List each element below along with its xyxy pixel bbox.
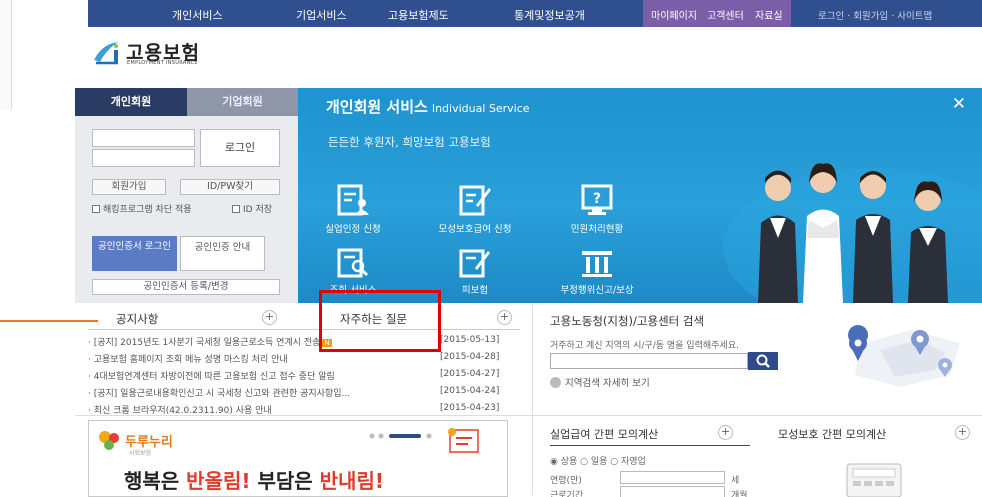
duru-nuri-logo-icon (99, 431, 119, 450)
icon-label: 부정행위신고/보상 (560, 285, 634, 296)
join-button[interactable]: 회원가입 (92, 179, 166, 195)
close-icon[interactable]: ✕ (952, 94, 966, 114)
notice-heading[interactable]: 공지사항 (116, 311, 158, 327)
notice-more-icon[interactable]: + (262, 310, 277, 325)
fraud-report-link[interactable]: 부정행위신고/보상 (542, 248, 652, 318)
unemployment-calculator-more-icon[interactable]: + (718, 425, 733, 440)
annotation-pointer-line (0, 320, 98, 322)
faq-more-icon[interactable]: + (497, 310, 512, 325)
list-date: [2015-04-28] (440, 352, 500, 362)
divider (75, 415, 982, 416)
list-date: [2015-04-24] (440, 386, 500, 396)
age-label: 연령(만) (550, 476, 582, 486)
region-search-input[interactable] (550, 353, 748, 369)
duru-nuri-banner[interactable]: 두루누리 사회보험 행복은 반올림! 부담은 반내림! (88, 420, 508, 497)
faq-highlight-box (319, 290, 441, 352)
divider (532, 305, 533, 495)
list-item[interactable]: · [공지] 2015년도 1사분기 국세청 일용근로소득 연계시 전송 N [2… (88, 335, 518, 351)
banner-slogan: 행복은 반올림! 부담은 반내림! (124, 469, 384, 493)
logo-subtitle: EMPLOYMENT INSURANCE (127, 60, 198, 66)
list-date: [2015-05-13] (440, 335, 500, 345)
icon-label: 실업인정 신청 (325, 224, 381, 235)
service-title-en: Individual Service (431, 102, 530, 115)
logo-mark-icon (94, 42, 118, 65)
pillars-icon (582, 251, 612, 277)
employment-type-radios[interactable]: ◉ 상용 ○ 일용 ○ 자영업 (550, 454, 646, 467)
map-pin-illustration (848, 325, 960, 387)
divider (88, 329, 520, 330)
nav-item-system[interactable]: 고용보험제도 (388, 7, 449, 23)
svg-text:?: ? (593, 191, 601, 207)
nav-item-personal[interactable]: 개인서비스 (172, 7, 223, 23)
complaint-status-link[interactable]: ? 민원처리현황 (542, 183, 652, 253)
top-navigation: 개인서비스 기업서비스 고용보험제도 통계및정보공개 마이페이지 고객센터 자료… (88, 0, 982, 27)
region-search-detail-link[interactable]: 지역검색 자세히 보기 (550, 375, 650, 389)
list-item[interactable]: · 최신 크롬 브라우저(42.0.2311.90) 사용 안내 [2015-0… (88, 403, 518, 419)
period-unit: 개월 (731, 491, 748, 497)
hacking-block-checkbox[interactable]: 해킹프로그램 차단 적용 (92, 202, 192, 215)
save-id-label: ID 저장 (243, 205, 273, 215)
login-button[interactable]: 로그인 (200, 129, 280, 167)
search-icon (756, 354, 770, 368)
list-item[interactable]: · 고용보험 홈페이지 조회 메뉴 성명 마스킹 처리 안내 [2015-04-… (88, 352, 518, 368)
cert-register-button[interactable]: 공인인증서 등록/변경 (92, 279, 280, 295)
list-item[interactable]: · 4대보험연계센터 차방이전에 따른 고용보험 신고 접수 중단 알림 [20… (88, 369, 518, 385)
nav-item-archive[interactable]: 자료실 (755, 7, 783, 22)
tab-personal-member[interactable]: 개인회원 (75, 88, 187, 116)
service-tagline: 든든한 후원자, 희망보험 고용보험 (328, 135, 491, 149)
search-heading: 고용노동청(지청)/고용센터 검색 (550, 314, 705, 328)
period-input[interactable] (620, 486, 725, 497)
left-edge-decoration (0, 0, 12, 110)
id-input[interactable] (92, 129, 195, 147)
find-id-pw-button[interactable]: ID/PW찾기 (180, 179, 280, 195)
search-description: 거주하고 계신 지역의 시/구/동 명을 입력해주세요. (550, 341, 739, 351)
calculator-illustration-icon (846, 463, 902, 497)
unemployment-claim-link[interactable]: 실업인정 신청 (298, 183, 408, 253)
calculator-section: 실업급여 간편 모의계산 + 모성보호 간편 모의계산 + ◉ 상용 ○ 일용 … (535, 418, 982, 497)
period-label: 근로기간 (550, 491, 584, 497)
maternity-benefit-link[interactable]: 모성보호급여 신청 (420, 183, 530, 253)
nav-item-statistics[interactable]: 통계및정보공개 (514, 7, 585, 23)
individual-service-panel: 개인회원 서비스 Individual Service ✕ 든든한 후원자, 희망… (298, 88, 982, 303)
icon-label: 모성보호급여 신청 (438, 224, 512, 235)
tab-maternity-calculator[interactable]: 모성보호 간편 모의계산 (778, 426, 886, 442)
age-unit: 세 (731, 476, 740, 486)
age-input[interactable] (620, 471, 725, 484)
question-monitor-icon: ? (581, 184, 613, 215)
tab-unemployment-calculator[interactable]: 실업급여 간편 모의계산 (550, 426, 658, 442)
pen-doc-icon (459, 249, 490, 278)
nav-item-business[interactable]: 기업서비스 (296, 7, 347, 23)
service-title: 개인회원 서비스 Individual Service (326, 98, 530, 116)
icon-label: 민원처리현황 (570, 224, 624, 235)
list-date: [2015-04-23] (440, 403, 500, 413)
utility-links[interactable]: 로그인 · 회원가입 · 사이트맵 (818, 8, 932, 22)
password-input[interactable] (92, 149, 195, 167)
tab-business-member[interactable]: 기업회원 (187, 88, 298, 116)
nav-item-customer-center[interactable]: 고객센터 (707, 7, 744, 22)
person-doc-icon (337, 184, 369, 216)
maternity-calculator-more-icon[interactable]: + (955, 425, 970, 440)
login-panel: 개인회원 기업회원 로그인 회원가입 ID/PW찾기 해킹프로그램 차단 적용 … (75, 88, 298, 303)
nav-item-mypage[interactable]: 마이페이지 (651, 7, 697, 22)
pen-doc-icon (459, 185, 491, 216)
site-logo[interactable]: 고용보험 EMPLOYMENT INSURANCE (92, 36, 252, 70)
people-illustration (723, 163, 982, 303)
search-button[interactable] (748, 352, 778, 370)
stamp-icon (448, 428, 479, 453)
hacking-block-label: 해킹프로그램 차단 적용 (103, 205, 192, 215)
mypage-menu: 마이페이지 고객센터 자료실 (643, 0, 791, 27)
save-id-checkbox[interactable]: ID 저장 (232, 202, 272, 215)
list-date: [2015-04-27] (440, 369, 500, 379)
cert-login-button[interactable]: 공인인증서 로그인 (92, 236, 177, 271)
banner-brand-sub: 사회보험 (129, 450, 152, 457)
cert-guide-button[interactable]: 공인인증 안내 (180, 236, 265, 271)
active-tab-underline (550, 445, 750, 446)
search-doc-icon (337, 248, 369, 278)
list-item[interactable]: · [공지] 일용근로내용확인신고 시 국세청 신고와 관련한 공지사항입...… (88, 386, 518, 402)
bullet-icon (550, 377, 561, 388)
